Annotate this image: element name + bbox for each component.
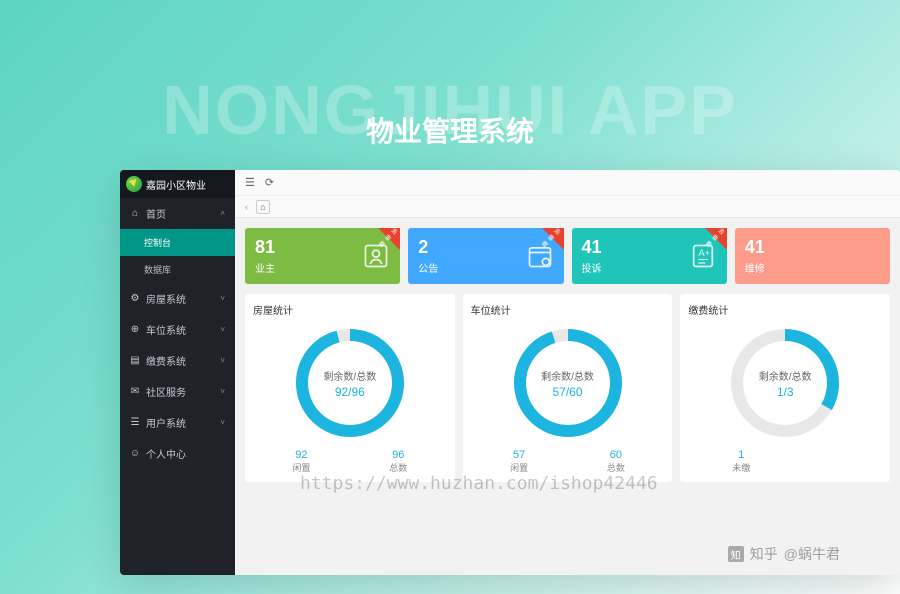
note-icon: A+ bbox=[689, 242, 717, 270]
stat-value: 41 bbox=[745, 237, 880, 258]
panel-parking-stats: 车位统计 剩余数/总数 57/60 57闲置 60总数 bbox=[463, 294, 673, 482]
stat-label: 维修 bbox=[745, 260, 880, 275]
user-icon: ☰ bbox=[130, 418, 140, 428]
credit-prefix: 知乎 bbox=[750, 544, 778, 564]
chevron-down-icon: ˅ bbox=[220, 387, 225, 396]
menu-toggle-icon[interactable]: ☰ bbox=[245, 176, 255, 189]
nav-label: 用户系统 bbox=[146, 415, 186, 430]
nav-item-fees[interactable]: ▤ 缴费系统 ˅ bbox=[120, 345, 235, 376]
page-title: 物业管理系统 bbox=[366, 110, 534, 150]
app-window: 嘉园小区物业 ⌂ 首页 ˄ 控制台 数据库 ⚙ 房屋系统 ˅ bbox=[120, 170, 900, 575]
donut-label: 剩余数/总数 bbox=[541, 368, 594, 383]
nav-item-users[interactable]: ☰ 用户系统 ˅ bbox=[120, 407, 235, 438]
stat-card-notice[interactable]: 2 公告 bbox=[408, 228, 563, 284]
nav-label: 缴费系统 bbox=[146, 353, 186, 368]
stat-card-repair[interactable]: 41 维修 bbox=[735, 228, 890, 284]
donut-chart: 剩余数/总数 92/96 bbox=[253, 323, 447, 443]
panels: 房屋统计 剩余数/总数 92/96 92闲置 96总数 bbox=[245, 294, 890, 482]
nav-label: 车位系统 bbox=[146, 322, 186, 337]
donut-chart: 剩余数/总数 1/3 bbox=[688, 323, 882, 443]
donut-label: 剩余数/总数 bbox=[759, 368, 812, 383]
sidebar: 嘉园小区物业 ⌂ 首页 ˄ 控制台 数据库 ⚙ 房屋系统 ˅ bbox=[120, 170, 235, 575]
donut-label: 剩余数/总数 bbox=[323, 368, 376, 383]
nav-item-profile[interactable]: ☺ 个人中心 bbox=[120, 438, 235, 469]
nav-sub-database[interactable]: 数据库 bbox=[120, 256, 235, 283]
donut-ratio: 57/60 bbox=[541, 385, 594, 399]
nav-item-community[interactable]: ✉ 社区服务 ˅ bbox=[120, 376, 235, 407]
nav-item-home[interactable]: ⌂ 首页 ˄ bbox=[120, 198, 235, 229]
owner-icon bbox=[362, 242, 390, 270]
chevron-down-icon: ˅ bbox=[220, 356, 225, 365]
nav-label: 首页 bbox=[146, 206, 166, 221]
nav-sub-console[interactable]: 控制台 bbox=[120, 229, 235, 256]
tab-prev-icon[interactable]: ‹ bbox=[245, 202, 248, 212]
panel-footer: 57闲置 60总数 bbox=[471, 449, 665, 474]
logo-icon bbox=[126, 176, 142, 192]
nav-list: ⌂ 首页 ˄ 控制台 数据库 ⚙ 房屋系统 ˅ ⊕ 车位系统 ˅ bbox=[120, 198, 235, 469]
sidebar-brand[interactable]: 嘉园小区物业 bbox=[120, 170, 235, 198]
panel-title: 房屋统计 bbox=[253, 302, 447, 317]
money-icon: ▤ bbox=[130, 356, 140, 366]
chevron-down-icon: ˅ bbox=[220, 418, 225, 427]
donut-ratio: 92/96 bbox=[323, 385, 376, 399]
stat-card-owner[interactable]: 81 业主 bbox=[245, 228, 400, 284]
panel-footer: 92闲置 96总数 bbox=[253, 449, 447, 474]
stat-card-complaint[interactable]: 41 投诉 A+ bbox=[572, 228, 727, 284]
calendar-icon bbox=[526, 242, 554, 270]
refresh-icon[interactable]: ⟳ bbox=[265, 176, 274, 189]
nav-label: 房屋系统 bbox=[146, 291, 186, 306]
content: 81 业主 2 公告 41 投诉 A+ 41 bbox=[235, 218, 900, 575]
tab-home[interactable]: ⌂ bbox=[256, 200, 270, 214]
chevron-down-icon: ˅ bbox=[220, 294, 225, 303]
home-icon: ⌂ bbox=[130, 209, 140, 219]
car-icon: ⊕ bbox=[130, 325, 140, 335]
credit-user: @蜗牛君 bbox=[784, 544, 840, 564]
panel-title: 车位统计 bbox=[471, 302, 665, 317]
panel-fee-stats: 缴费统计 剩余数/总数 1/3 1未缴 bbox=[680, 294, 890, 482]
tabbar: ‹ ⌂ bbox=[235, 196, 900, 218]
brand-text: 嘉园小区物业 bbox=[146, 177, 206, 192]
zhihu-icon: 知 bbox=[728, 546, 744, 562]
gear-icon: ⚙ bbox=[130, 294, 140, 304]
nav-item-house[interactable]: ⚙ 房屋系统 ˅ bbox=[120, 283, 235, 314]
nav-item-parking[interactable]: ⊕ 车位系统 ˅ bbox=[120, 314, 235, 345]
chevron-up-icon: ˄ bbox=[220, 209, 225, 218]
nav-label: 个人中心 bbox=[146, 446, 186, 461]
community-icon: ✉ bbox=[130, 387, 140, 397]
donut-chart: 剩余数/总数 57/60 bbox=[471, 323, 665, 443]
topbar: ☰ ⟳ bbox=[235, 170, 900, 196]
chevron-down-icon: ˅ bbox=[220, 325, 225, 334]
nav-label: 社区服务 bbox=[146, 384, 186, 399]
credit: 知 知乎 @蜗牛君 bbox=[728, 544, 840, 564]
panel-house-stats: 房屋统计 剩余数/总数 92/96 92闲置 96总数 bbox=[245, 294, 455, 482]
panel-title: 缴费统计 bbox=[688, 302, 882, 317]
panel-footer: 1未缴 bbox=[688, 449, 882, 474]
person-icon: ☺ bbox=[130, 449, 140, 459]
stat-cards: 81 业主 2 公告 41 投诉 A+ 41 bbox=[245, 228, 890, 284]
donut-ratio: 1/3 bbox=[759, 385, 812, 399]
svg-text:A+: A+ bbox=[698, 248, 710, 258]
main-area: ☰ ⟳ ‹ ⌂ 81 业主 2 公告 bbox=[235, 170, 900, 575]
